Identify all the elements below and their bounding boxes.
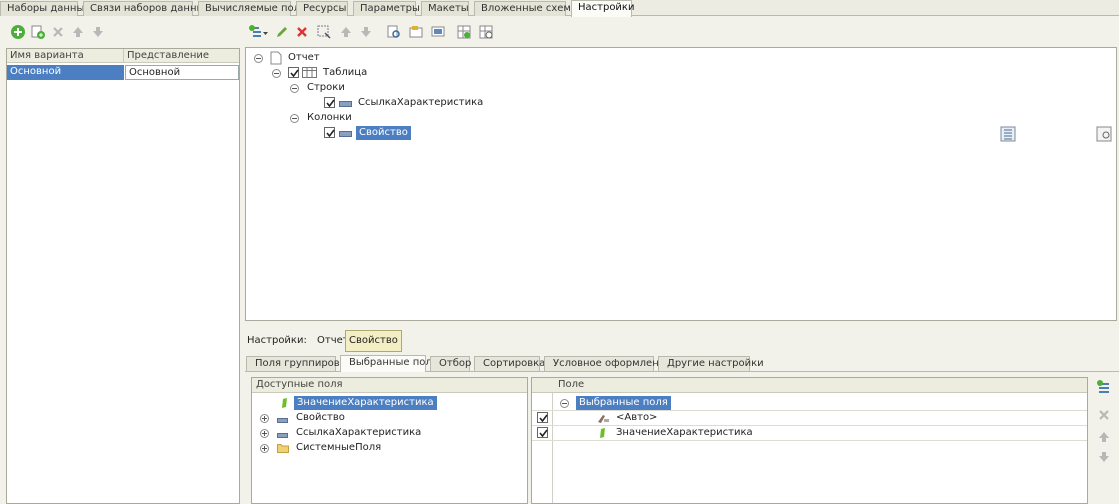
tree-row-table[interactable]: Таблица [246,66,546,80]
tab-templates[interactable]: Макеты [421,1,469,16]
columns-field-checkbox[interactable] [324,127,335,138]
tab-settings[interactable]: Настройки [571,0,634,17]
column-variant-name[interactable]: Имя варианта [7,49,124,63]
group-view-icon[interactable] [430,24,446,40]
available-field-row[interactable]: СистемныеПоля [252,441,527,455]
move-up-icon[interactable] [338,24,354,40]
rows-field-checkbox[interactable] [324,97,335,108]
selected-field-row[interactable]: <Авто> [532,411,1087,425]
selected-fields-toolbar [1094,377,1114,477]
selected-field-label: ЗначениеХарактеристика [616,427,753,438]
collapse-icon[interactable] [290,84,299,93]
view-settings-icon[interactable] [1096,126,1112,145]
available-field-row[interactable]: СсылкаХарактеристика [252,426,527,440]
dropdown-arrow-icon[interactable] [263,24,269,40]
selected-fields-root-row[interactable]: Выбранные поля [532,396,1087,410]
tree-label-columns-field: Свойство [356,126,411,140]
tab-datasets[interactable]: Наборы данных [0,1,90,16]
selected-fields-panel: Поле Выбранные поля <Авто> ЗначениеХарак… [531,377,1088,504]
table-structure-icon[interactable] [456,24,472,40]
tab-sorting[interactable]: Сортировка [474,356,545,371]
tree-row-columns-field[interactable]: Свойство [246,126,646,140]
available-field-row[interactable]: ЗначениеХарактеристика [252,396,527,410]
delete-variant-icon[interactable] [50,24,66,40]
collapse-icon[interactable] [254,54,263,63]
field-value-icon [598,427,606,444]
tree-row-rows-field[interactable]: СсылкаХарактеристика [246,96,646,110]
tree-label-columns: Колонки [307,112,352,123]
tree-label-rows-field: СсылкаХарактеристика [358,97,484,108]
variant-name-cell[interactable]: Основной [7,65,124,80]
table-settings-icon[interactable] [478,24,494,40]
selected-field-checkbox[interactable] [537,427,548,438]
tab-nested-schemas[interactable]: Вложенные схемы [474,1,579,16]
tab-other-settings[interactable]: Другие настройки [658,356,764,371]
move-down-icon[interactable] [90,24,106,40]
delete-field-icon[interactable] [1096,407,1112,423]
crumb-current[interactable]: Свойство [345,330,402,352]
collapse-icon[interactable] [560,399,569,408]
available-field-label: СистемныеПоля [296,442,382,453]
row-divider [532,440,1087,441]
tab-resources[interactable]: Ресурсы [296,1,348,16]
tree-row-report[interactable]: Отчет [246,51,546,65]
folder-icon [277,443,289,458]
tab-parameters[interactable]: Параметры [353,1,420,16]
collapse-icon[interactable] [290,114,299,123]
tree-label-report: Отчет [288,52,320,63]
top-tab-bar: Наборы данных Связи наборов данных Вычис… [0,0,1119,17]
group-settings-icon[interactable] [386,24,402,40]
copy-variant-icon[interactable] [30,24,46,40]
available-field-label: ЗначениеХарактеристика [294,396,437,410]
available-fields-panel: Доступные поля ЗначениеХарактеристика Св… [251,377,528,504]
available-fields-header[interactable]: Доступные поля [252,378,527,393]
structure-tree-panel: Отчет Таблица Строки СсылкаХарактеристик… [245,47,1117,321]
variant-presentation-cell[interactable]: Основной [125,65,239,80]
variants-toolbar [8,22,118,42]
column-presentation[interactable]: Представление [124,49,240,63]
add-field-icon[interactable] [1096,379,1112,395]
available-field-label: СсылкаХарактеристика [296,427,422,438]
selected-fields-root-label: Выбранные поля [576,396,671,410]
tree-label-table: Таблица [323,67,368,78]
settings-label: Настройки: [247,335,307,346]
side-panel-icon[interactable] [1000,126,1016,145]
delete-icon[interactable] [294,24,310,40]
collapse-icon[interactable] [272,69,281,78]
move-down-icon[interactable] [1096,449,1112,465]
structure-toolbar [248,22,508,42]
variants-panel: Имя варианта Представление Основной Осно… [6,48,240,504]
group-add-icon[interactable] [408,24,424,40]
table-checkbox[interactable] [288,67,299,78]
tree-row-rows[interactable]: Строки [246,81,546,95]
settings-select-icon[interactable] [316,24,332,40]
move-up-icon[interactable] [70,24,86,40]
available-field-label: Свойство [296,412,345,423]
expand-icon[interactable] [260,414,269,423]
available-field-row[interactable]: Свойство [252,411,527,425]
expand-icon[interactable] [260,429,269,438]
tab-filter[interactable]: Отбор [430,356,471,371]
selected-fields-header[interactable]: Поле [532,378,1087,393]
selected-field-label: <Авто> [616,412,658,423]
tree-row-columns[interactable]: Колонки [246,111,546,125]
tree-label-rows: Строки [307,82,345,93]
tab-calculated-fields[interactable]: Вычисляемые поля [198,1,306,16]
add-grouping-icon[interactable] [248,24,264,40]
tab-grouping-fields[interactable]: Поля группировки [246,356,352,371]
selected-field-checkbox[interactable] [537,412,548,423]
selected-field-row[interactable]: ЗначениеХарактеристика [532,426,1087,440]
add-variant-icon[interactable] [10,24,26,40]
edit-icon[interactable] [274,24,290,40]
field-icon [339,129,353,143]
variants-grid-header: Имя варианта Представление [7,49,239,63]
expand-icon[interactable] [260,444,269,453]
move-down-icon[interactable] [358,24,374,40]
crumb-report[interactable]: Отчет [317,335,349,346]
tab-conditional-format[interactable]: Условное оформление [544,356,671,371]
tab-dataset-links[interactable]: Связи наборов данных [83,1,210,16]
move-up-icon[interactable] [1096,429,1112,445]
tab-selected-fields[interactable]: Выбранные поля [340,355,438,372]
